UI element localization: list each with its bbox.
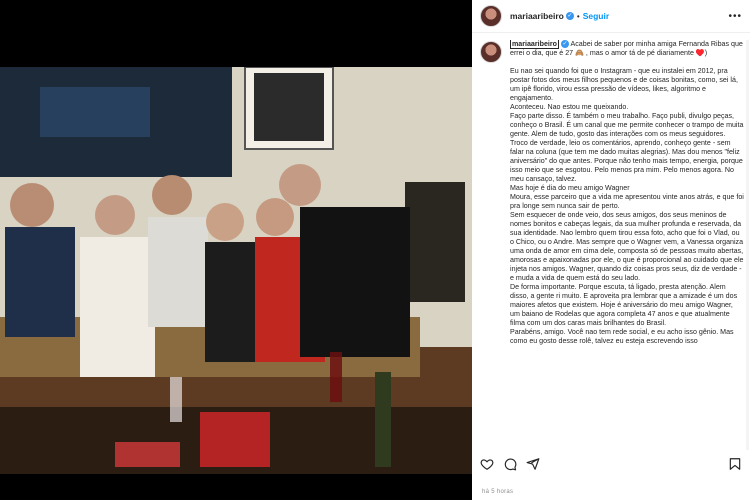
group-photo-illustration [0, 67, 472, 474]
comment-icon[interactable] [503, 457, 517, 471]
heart-icon[interactable] [480, 457, 494, 471]
caption-paragraph: Mas hoje é dia do meu amigo Wagner [510, 184, 630, 192]
caption-intro: mariaaribeiro ✓ Acabei de saber por minha… [510, 40, 744, 58]
post-timestamp: há 5 horas [482, 489, 514, 495]
caption-username[interactable]: mariaaribeiro [510, 40, 559, 49]
post-header: mariaaribeiro ✓ • Seguir ••• [472, 0, 750, 33]
author-avatar[interactable] [480, 5, 502, 27]
caption-paragraph: Faço parte disso. É também o meu trabalh… [510, 112, 744, 183]
verified-badge-icon: ✓ [565, 12, 574, 20]
post-sidebar: mariaaribeiro ✓ • Seguir ••• mariaaribei… [472, 0, 750, 500]
post-actions [480, 455, 742, 473]
caption-verified-badge-icon: ✓ [560, 40, 569, 49]
header-separator: • [576, 11, 580, 21]
post-photo[interactable] [0, 67, 472, 474]
more-options-icon[interactable]: ••• [728, 11, 742, 22]
share-icon[interactable] [526, 457, 540, 471]
caption-paragraph: Eu nao sei quando foi que o Instagram - … [510, 67, 738, 102]
caption-text: mariaaribeiro ✓ Acabei de saber por minha… [510, 40, 744, 450]
media-pane [0, 0, 472, 500]
caption-paragraph: Parabéns, amigo. Você nao tem rede socia… [510, 328, 734, 345]
author-username[interactable]: mariaaribeiro [510, 11, 564, 21]
caption-paragraph: Sem esquecer de onde veio, dos seus amig… [510, 211, 744, 282]
caption-author-avatar[interactable] [480, 41, 502, 63]
caption-area: mariaaribeiro ✓ Acabei de saber por minha… [480, 40, 744, 450]
caption-paragraph: Moura, esse parceiro que a vida me apres… [510, 193, 744, 210]
caption-scrollbar[interactable] [746, 40, 749, 450]
bookmark-icon[interactable] [728, 457, 742, 471]
caption-paragraph: De forma importante. Porque escuta, tá l… [510, 283, 738, 327]
follow-button[interactable]: Seguir [583, 11, 609, 21]
caption-paragraph: Aconteceu. Nao estou me queixando. [510, 103, 629, 111]
